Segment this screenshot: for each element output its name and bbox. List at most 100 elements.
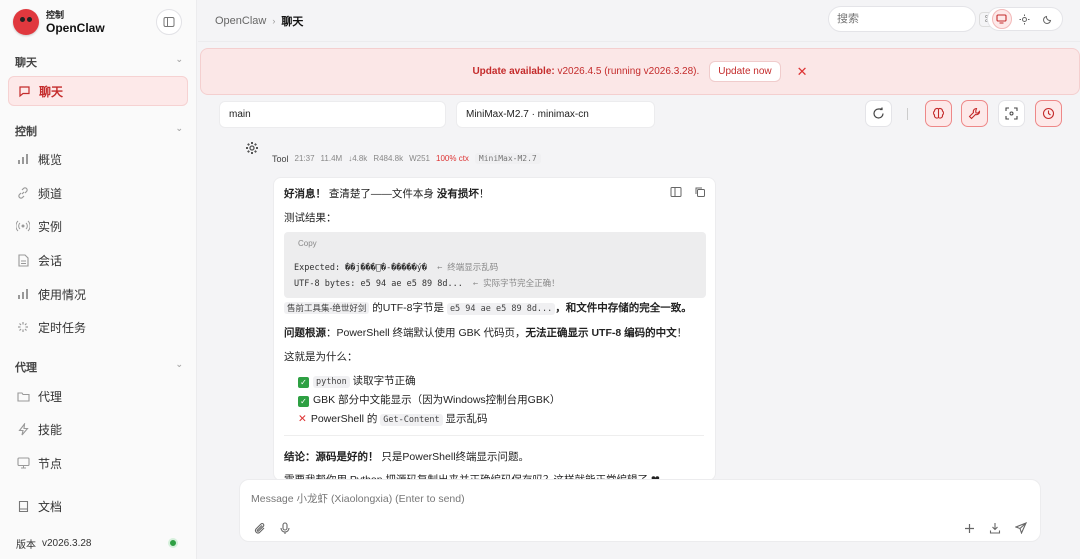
sidebar-item-label: 代理 (38, 389, 63, 404)
version-value: v2026.3.28 (42, 537, 92, 549)
update-title: Update available: (472, 66, 555, 77)
theme-light-button[interactable] (1015, 9, 1035, 29)
check-icon: ✓ (298, 377, 309, 388)
theme-system-button[interactable] (991, 9, 1012, 29)
bar-chart-icon (16, 152, 30, 166)
text: 的UTF-8字节是 (369, 302, 447, 314)
code-text: UTF-8 bytes: e5 94 ae e5 89 8d... (294, 279, 463, 289)
send-icon (1015, 522, 1027, 534)
text-bold: 问题根源 (284, 327, 326, 339)
text-bold: 无法正确显示 UTF-8 编码的中文 (525, 327, 677, 339)
code-comment: ← 终端显示乱码 (437, 263, 499, 273)
lobster-logo-icon (13, 9, 39, 35)
code-copy-button[interactable]: Copy (298, 239, 317, 248)
book-icon (16, 499, 30, 513)
message-input[interactable]: Message 小龙虾 (Xiaolongxia) (Enter to send… (251, 491, 465, 506)
search-box[interactable]: ⌘K (828, 6, 1005, 32)
brand[interactable]: 控制 OpenClaw (13, 9, 105, 35)
message-line-4: 问题根源：PowerShell 终端默认使用 GBK 代码页，无法正确显示 UT… (284, 325, 687, 340)
section-control[interactable]: 控制 ⌄ (15, 123, 183, 139)
breadcrumb-root[interactable]: OpenClaw (215, 15, 266, 27)
sidebar-item-skills[interactable]: 技能 (8, 414, 188, 444)
chevron-down-icon: ⌄ (175, 359, 183, 369)
panel-left-icon (163, 17, 175, 27)
check-icon: ✓ (298, 396, 309, 407)
update-now-button[interactable]: Update now (709, 61, 781, 82)
cron-toggle-button[interactable] (1035, 100, 1062, 127)
sidebar-item-channels[interactable]: 频道 (8, 178, 188, 208)
section-label: 聊天 (15, 57, 37, 69)
sidebar-item-label: 聊天 (39, 84, 64, 99)
sidebar-item-instances[interactable]: 实例 (8, 211, 188, 241)
close-icon[interactable]: ✕ (797, 64, 808, 80)
sidebar-item-nodes[interactable]: 节点 (8, 448, 188, 478)
send-button[interactable] (1013, 520, 1029, 536)
tools-toggle-button[interactable] (961, 100, 988, 127)
sidebar-collapse-button[interactable] (156, 9, 182, 35)
wrench-icon (968, 107, 981, 120)
brand-name: OpenClaw (46, 21, 105, 35)
sidebar-item-label: 节点 (38, 456, 63, 471)
message-meta: Tool 21:37 11.4M ↓4.8k R484.8k W251 100%… (272, 153, 541, 164)
voice-button[interactable] (277, 520, 293, 536)
theme-dark-button[interactable] (1038, 9, 1058, 29)
model-select[interactable]: MiniMax-M2.7 · minimax-cn (456, 101, 655, 128)
text-bold: 结论：源码是好的！ (284, 451, 379, 463)
sidebar-item-agents[interactable]: 代理 (8, 381, 188, 411)
chevron-down-icon: ⌄ (175, 123, 183, 133)
text: GBK 部分中文能显示（因为Windows控制台用GBK） (313, 394, 561, 406)
document-icon (16, 253, 30, 267)
breadcrumb: OpenClaw › 聊天 (215, 13, 303, 29)
sidebar-item-chat[interactable]: 聊天 (8, 76, 188, 106)
text-bold: 好消息！ (284, 188, 326, 200)
sidebar-item-cron[interactable]: 定时任务 (8, 312, 188, 342)
sidebar-item-overview[interactable]: 概览 (8, 144, 188, 174)
copy-icon[interactable] (694, 186, 708, 200)
list-item: ✕ PowerShell 的 Get-Content 显示乱码 (298, 411, 487, 426)
code-comment: ← 实际字节完全正确！ (472, 279, 560, 289)
bar-chart-icon (16, 287, 30, 301)
session-select[interactable]: main (219, 101, 446, 128)
focus-button[interactable] (998, 100, 1025, 127)
gear-icon (245, 141, 259, 158)
sidebar-item-sessions[interactable]: 会话 (8, 245, 188, 275)
message-role: Tool (272, 153, 289, 164)
code-line: Expected: ��j��� �-�����ý� ← 终端显示乱码 (294, 261, 498, 273)
message-line-3: 售前工具集-绝世好剑 的UTF-8字节是 e5 94 ae e5 89 8d..… (284, 300, 692, 315)
update-banner: Update available: v2026.4.5 (running v20… (200, 48, 1080, 95)
sidebar-item-usage[interactable]: 使用情况 (8, 279, 188, 309)
section-label: 代理 (15, 362, 37, 374)
version-footer: 版本 v2026.3.28 (8, 531, 186, 555)
meta-model-badge: MiniMax-M2.7 (474, 153, 541, 164)
moon-icon (1043, 15, 1052, 24)
monitor-icon (996, 14, 1007, 24)
meta-read: R484.8k (373, 154, 404, 163)
section-agents[interactable]: 代理 ⌄ (15, 359, 183, 375)
text: 读取字节正确 (349, 375, 416, 387)
chevron-right-icon: › (272, 16, 276, 26)
folder-icon (16, 389, 30, 403)
meta-tokens: 11.4M (320, 154, 343, 163)
sidebar-item-docs[interactable]: 文档 (8, 491, 188, 521)
split-view-icon[interactable] (670, 186, 684, 200)
composer[interactable]: Message 小龙虾 (Xiaolongxia) (Enter to send… (239, 479, 1041, 542)
inline-code: e5 94 ae e5 89 8d... (446, 303, 556, 315)
plus-icon (964, 523, 974, 533)
message-line-5: 这就是为什么： (284, 351, 358, 363)
paperclip-icon (254, 522, 265, 534)
refresh-button[interactable] (865, 100, 892, 127)
section-chat[interactable]: 聊天 ⌄ (15, 54, 183, 70)
divider (284, 435, 704, 436)
sidebar-item-label: 频道 (38, 186, 63, 201)
brain-icon (932, 108, 945, 119)
text: ！ (676, 327, 688, 339)
export-button[interactable] (987, 520, 1003, 536)
thinking-toggle-button[interactable] (925, 100, 952, 127)
microphone-icon (280, 521, 290, 534)
message-bubble: 好消息！ 查清楚了——文件本身 没有损坏！ 测试结果： Copy Expecte… (273, 177, 716, 481)
version-label: 版本 (16, 539, 36, 551)
new-chat-button[interactable] (961, 520, 977, 536)
attach-button[interactable] (252, 520, 268, 536)
search-input[interactable] (837, 13, 979, 25)
focus-icon (1005, 107, 1018, 120)
